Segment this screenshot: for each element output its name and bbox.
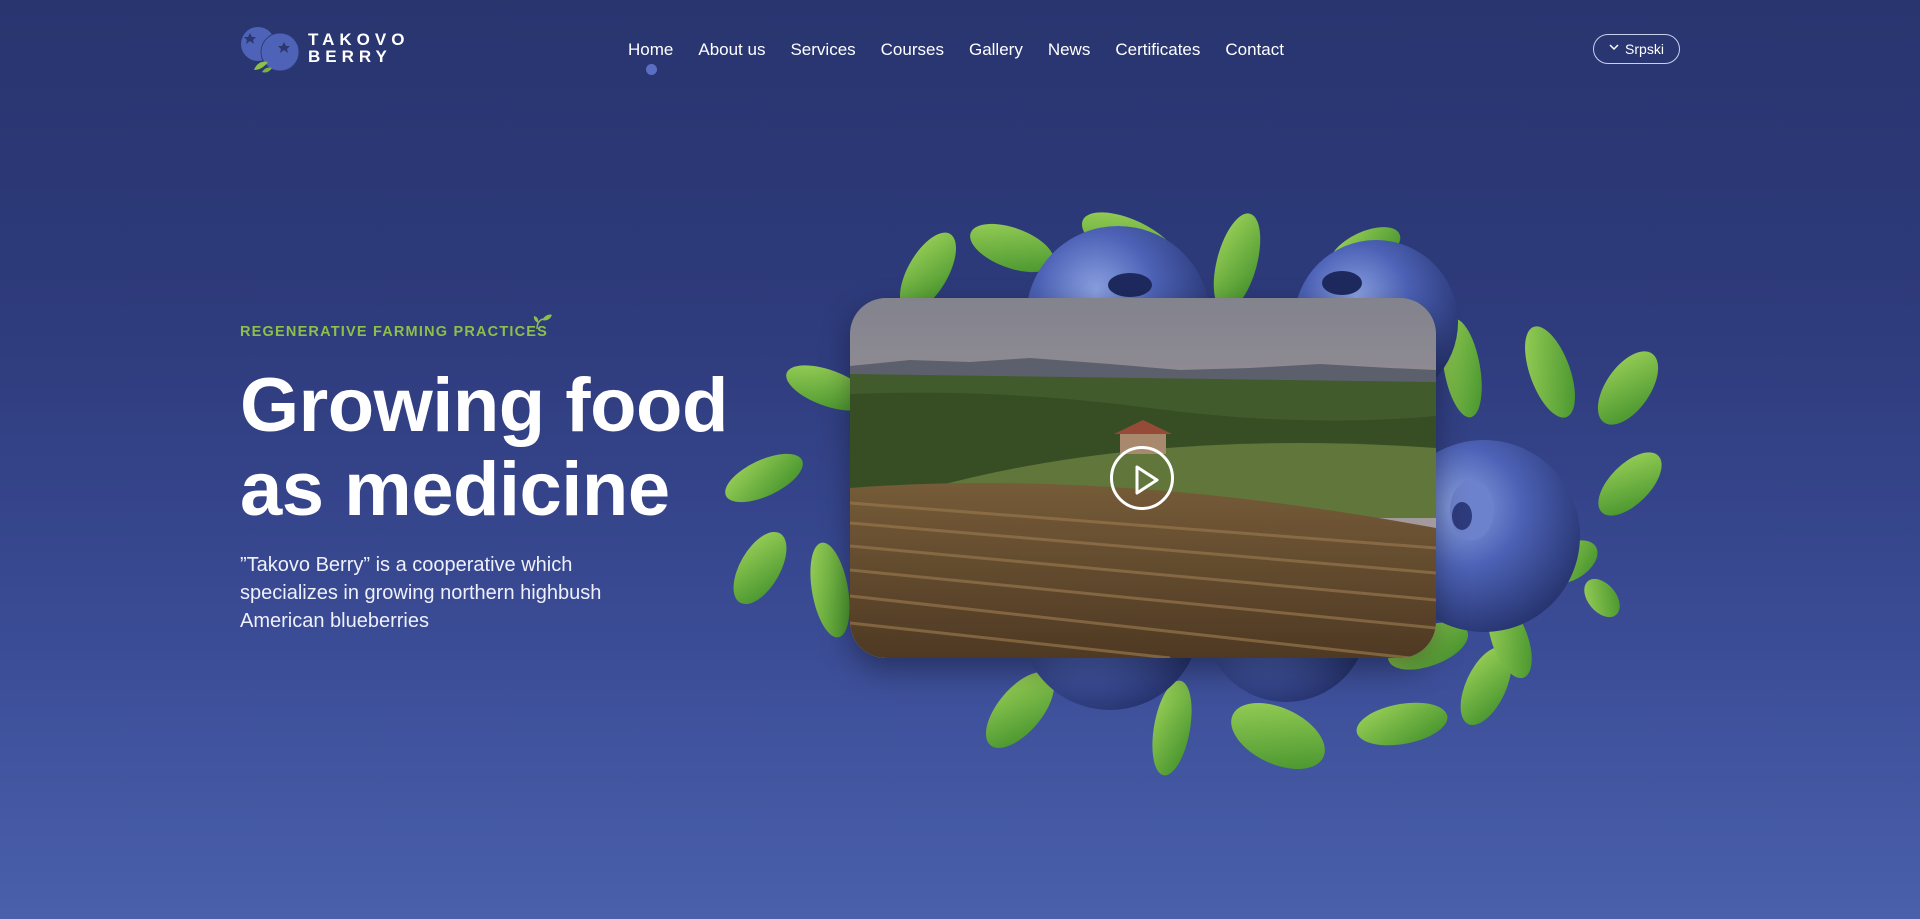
play-button[interactable] <box>1110 446 1174 510</box>
play-icon <box>1135 465 1159 495</box>
